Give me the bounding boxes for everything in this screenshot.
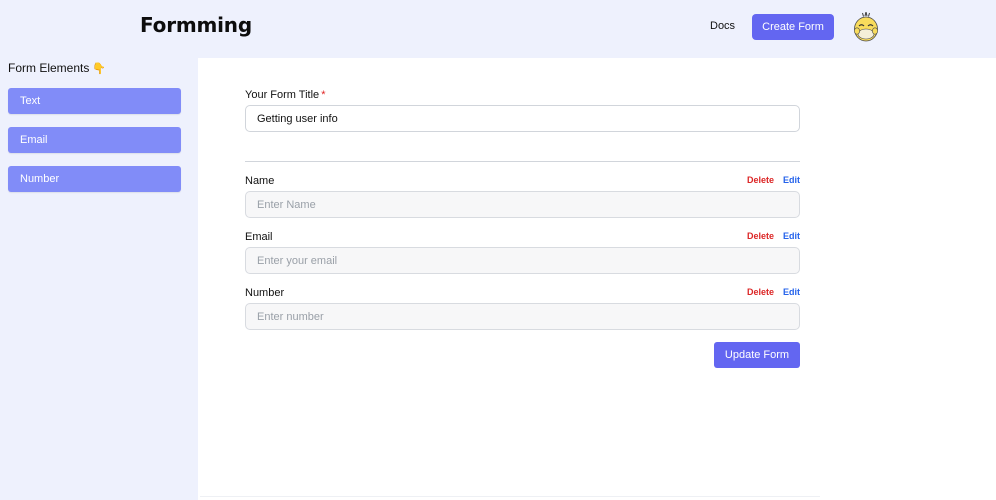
- field-label-number: Number: [245, 287, 285, 299]
- sidebar-title: Form Elements 👇: [8, 61, 106, 75]
- sidebar-title-text: Form Elements: [8, 61, 90, 75]
- create-form-button[interactable]: Create Form: [752, 14, 834, 40]
- sidebar-item-email[interactable]: Email: [8, 127, 181, 153]
- form-title-label-text: Your Form Title: [245, 89, 320, 101]
- edit-email-button[interactable]: Edit: [783, 231, 800, 241]
- delete-number-button[interactable]: Delete: [747, 287, 774, 297]
- duck-avatar-icon: [854, 11, 878, 42]
- name-field[interactable]: [245, 191, 800, 218]
- form-builder-panel: Your Form Title* Name Delete Edit Email …: [198, 58, 996, 500]
- top-navbar: Formming Docs Create Form: [0, 0, 996, 58]
- sidebar: Form Elements 👇 Text Email Number: [0, 58, 198, 500]
- field-label-name: Name: [245, 175, 275, 187]
- form-title-label: Your Form Title *: [245, 89, 325, 101]
- sidebar-item-number[interactable]: Number: [8, 166, 181, 192]
- delete-name-button[interactable]: Delete: [747, 175, 774, 185]
- field-label-email: Email: [245, 231, 273, 243]
- edit-name-button[interactable]: Edit: [783, 175, 800, 185]
- number-field[interactable]: [245, 303, 800, 330]
- update-form-button[interactable]: Update Form: [714, 342, 800, 368]
- form-title-input[interactable]: [245, 105, 800, 132]
- app-logo[interactable]: Formming: [140, 13, 252, 37]
- docs-link[interactable]: Docs: [710, 20, 735, 32]
- bottom-divider: [200, 496, 820, 497]
- delete-email-button[interactable]: Delete: [747, 231, 774, 241]
- email-field[interactable]: [245, 247, 800, 274]
- divider: [245, 161, 800, 162]
- sidebar-item-text[interactable]: Text: [8, 88, 181, 114]
- required-mark: *: [321, 89, 326, 101]
- avatar[interactable]: [853, 11, 879, 42]
- edit-number-button[interactable]: Edit: [783, 287, 800, 297]
- pointing-down-hand-icon: 👇: [92, 63, 107, 75]
